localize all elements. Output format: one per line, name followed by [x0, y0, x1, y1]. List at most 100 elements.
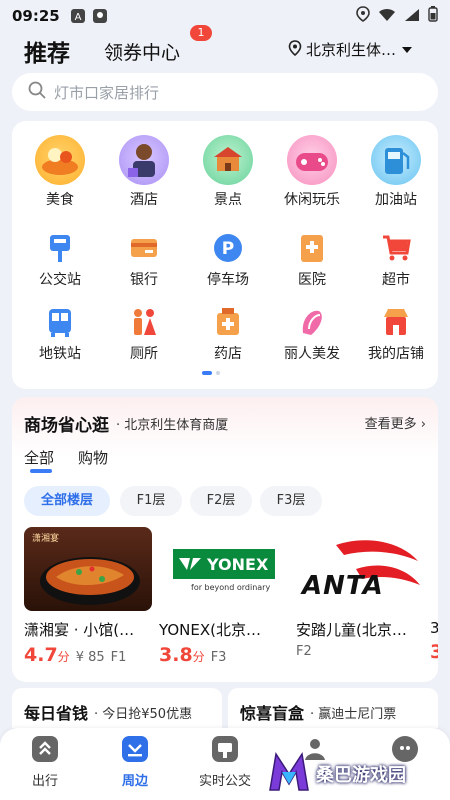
category-hotel[interactable]: 酒店: [102, 135, 186, 209]
status-right: [356, 6, 438, 26]
category-scenic[interactable]: 景点: [186, 135, 270, 209]
category-label: 加油站: [375, 192, 417, 208]
bus-stop-icon: [43, 231, 77, 265]
category-pharmacy[interactable]: 药店: [186, 305, 270, 363]
location-status-icon: [356, 6, 370, 26]
floor-chip-f2[interactable]: F2层: [190, 486, 252, 516]
category-label: 药店: [214, 346, 242, 362]
supermarket-icon: [379, 231, 413, 265]
status-bar: 09:25 A: [0, 0, 450, 32]
tab-shopping[interactable]: 购物: [78, 447, 108, 468]
svg-text:A: A: [74, 12, 81, 23]
shop-score: 3.8: [159, 644, 193, 666]
coupon-badge: 1: [190, 25, 212, 41]
tab-recommend[interactable]: 推荐: [24, 34, 70, 68]
category-label: 银行: [130, 272, 158, 288]
category-label: 休闲玩乐: [284, 192, 340, 208]
promo-subtitle: · 赢迪士尼门票: [310, 707, 397, 722]
search-bar[interactable]: 灯市口家居排行: [12, 73, 438, 111]
hospital-icon: [295, 231, 329, 265]
floor-chip-all[interactable]: 全部楼层: [24, 486, 110, 516]
category-toilet[interactable]: 厕所: [102, 305, 186, 363]
tab-active-indicator: [30, 469, 52, 473]
category-label: 厕所: [130, 346, 158, 362]
category-bus-stop[interactable]: 公交站: [18, 231, 102, 289]
shop-score-unit: 分: [192, 650, 205, 664]
indicator-dot: [216, 371, 220, 375]
nav-label: 周边: [121, 774, 148, 789]
shop-card[interactable]: YONEX for beyond ordinary YONEX(北京… 3.8 …: [159, 527, 291, 666]
location-text: 北京利生体…: [306, 41, 397, 59]
tab-all[interactable]: 全部: [24, 447, 54, 468]
shop-name: 潇湘宴 · 小馆(…: [24, 621, 135, 639]
nav-realtime-bus[interactable]: 实时公交: [185, 736, 265, 789]
shop-floor: F1: [110, 650, 127, 665]
shop-floor: F2: [296, 644, 312, 659]
mall-subtitle: · 北京利生体育商厦: [116, 418, 229, 433]
nav-travel[interactable]: 出行: [5, 736, 85, 789]
nav-label: 实时公交: [198, 774, 251, 789]
view-more-link[interactable]: 查看更多 ›: [365, 413, 426, 432]
search-input[interactable]: 灯市口家居排行: [54, 82, 159, 103]
bank-icon: [127, 231, 161, 265]
pharmacy-icon: [211, 305, 245, 339]
category-my-shop[interactable]: 我的店铺: [354, 305, 438, 363]
category-grid: 美食 酒店 景点 休闲玩乐 加油站 公交站 银行 P 停车场 医院 超市 地铁站…: [12, 121, 438, 389]
travel-icon: [32, 736, 58, 762]
category-label: 美食: [46, 192, 74, 208]
toilet-icon: [127, 305, 161, 339]
shop-name: 安踏儿童(北京…: [296, 621, 407, 639]
promo-daily-saving[interactable]: 每日省钱 · 今日抢¥50优惠: [12, 688, 222, 728]
category-label: 景点: [214, 192, 242, 208]
floor-chip-f3[interactable]: F3层: [260, 486, 322, 516]
leisure-icon: [287, 135, 337, 185]
promo-title: 每日省钱: [24, 704, 89, 723]
category-gas-station[interactable]: 加油站: [354, 135, 438, 209]
tab-coupon-center[interactable]: 领券中心: [104, 38, 180, 65]
shop-card[interactable]: ANTA 安踏儿童(北京… F2: [296, 527, 428, 659]
location-selector[interactable]: 北京利生体…: [288, 39, 413, 60]
shop-card[interactable]: 潇湘宴 潇湘宴 · 小馆(… 4.7 分 ¥ 85 F1: [24, 527, 156, 666]
status-time: 09:25: [12, 7, 60, 25]
shop-image-brand: 潇湘宴: [32, 534, 60, 544]
shop-image-anta-logo: ANTA: [296, 527, 424, 611]
promo-title: 惊喜盲盒: [240, 704, 305, 723]
battery-icon: [428, 6, 438, 26]
shop-floor: F3: [210, 650, 227, 665]
chevron-down-icon: [402, 46, 413, 53]
nav-label: 出行: [31, 774, 58, 789]
nearby-icon: [122, 736, 148, 762]
category-parking[interactable]: P 停车场: [186, 231, 270, 289]
mall-title: 商场省心逛: [24, 416, 109, 436]
category-bank[interactable]: 银行: [102, 231, 186, 289]
view-more-label: 查看更多: [364, 417, 417, 432]
anta-logo-text: ANTA: [302, 571, 384, 601]
indicator-active: [202, 371, 212, 375]
nav-nearby[interactable]: 周边: [95, 736, 175, 789]
floor-chip-f1[interactable]: F1层: [120, 486, 182, 516]
promo-blind-box[interactable]: 惊喜盲盒 · 赢迪士尼门票: [228, 688, 438, 728]
shop-meta: F2: [296, 644, 428, 659]
watermark-text: 桑巴游戏园: [316, 765, 406, 786]
category-beauty[interactable]: 丽人美发: [270, 305, 354, 363]
notification-a-icon: A: [70, 8, 86, 24]
category-label: 超市: [382, 272, 410, 288]
subway-icon: [43, 305, 77, 339]
shop-price: ¥ 85: [75, 650, 105, 665]
category-supermarket[interactable]: 超市: [354, 231, 438, 289]
signal-icon: [404, 7, 420, 26]
parking-icon: P: [211, 231, 245, 265]
svg-text:P: P: [222, 239, 234, 259]
realtime-bus-icon: [212, 736, 238, 762]
category-label: 停车场: [207, 272, 249, 288]
watermark-logo-icon: [268, 750, 310, 798]
shop-card-partial[interactable]: 3 3: [430, 619, 438, 663]
my-shop-icon: [379, 305, 413, 339]
shop-meta: 3.8 分 F3: [159, 644, 291, 666]
category-food[interactable]: 美食: [18, 135, 102, 209]
shop-image-fish-dish: 潇湘宴: [24, 527, 152, 611]
category-subway[interactable]: 地铁站: [18, 305, 102, 363]
category-leisure[interactable]: 休闲玩乐: [270, 135, 354, 209]
location-pin-icon: [288, 39, 302, 60]
category-hospital[interactable]: 医院: [270, 231, 354, 289]
